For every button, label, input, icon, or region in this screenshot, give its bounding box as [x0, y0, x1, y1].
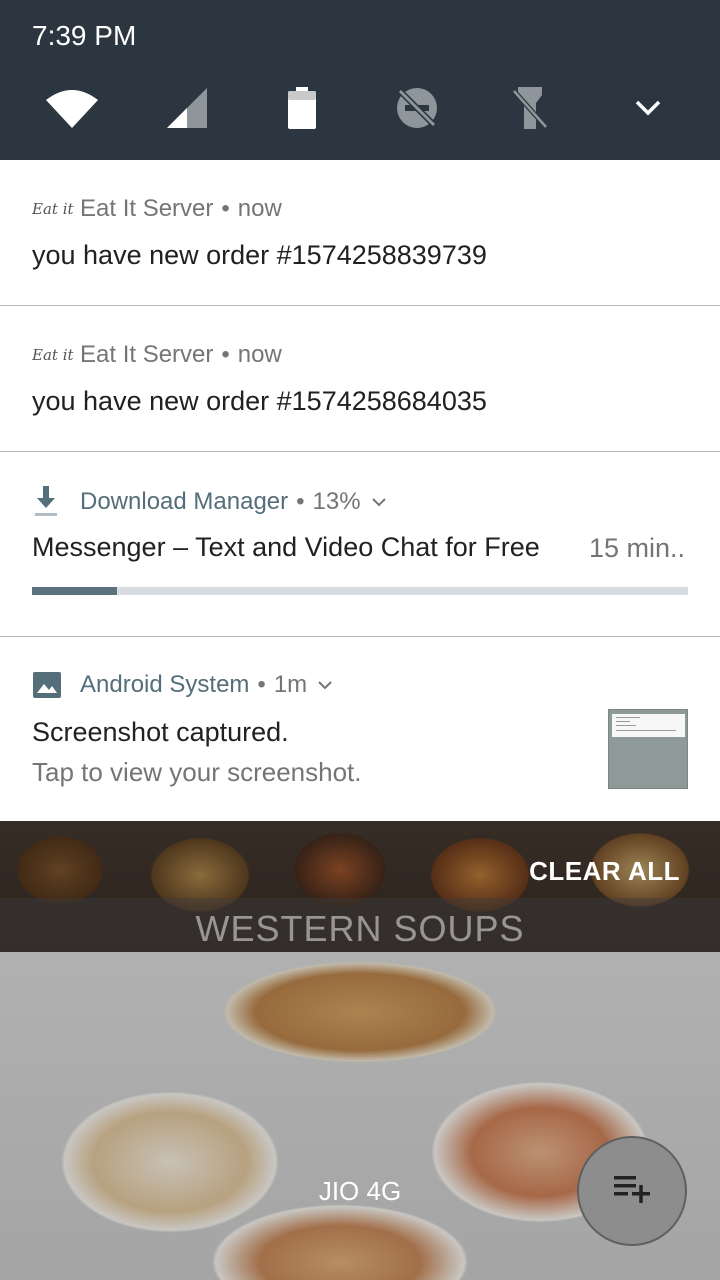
notification-title: Screenshot captured. — [32, 717, 289, 747]
notification-title: Messenger – Text and Video Chat for Free — [32, 532, 540, 562]
category-title: WESTERN SOUPS — [195, 908, 525, 949]
notification-download[interactable]: Download Manager • 13% Messenger – Text … — [0, 452, 720, 636]
wifi-icon[interactable] — [44, 80, 100, 136]
battery-icon[interactable] — [274, 80, 330, 136]
separator-dot: • — [221, 341, 230, 368]
notification-header: Android System • 1m — [32, 671, 333, 699]
notification-time: now — [237, 195, 282, 222]
status-time: 7:39 PM — [32, 20, 137, 51]
notification-order-2[interactable]: Eat it Eat It Server • now you have new … — [0, 306, 720, 451]
download-time-remaining: 15 min.. — [589, 533, 686, 563]
notification-app-name: Download Manager — [80, 488, 289, 515]
playlist-add-icon — [610, 1172, 654, 1211]
notification-time: 1m — [273, 671, 308, 698]
eat-it-app-icon: Eat it — [32, 200, 74, 218]
notification-app-name: Eat It Server — [80, 341, 214, 368]
background-app: WESTERN SOUPS CLEAR ALL JIO 4G — [0, 820, 720, 1280]
cellular-signal-icon[interactable] — [159, 80, 215, 136]
chevron-down-icon[interactable] — [371, 497, 387, 507]
quick-settings-header: 7:39 PM — [0, 0, 720, 160]
notification-title: you have new order #1574258839739 — [32, 240, 487, 270]
image-icon — [32, 671, 70, 699]
notification-app-name: Android System — [80, 671, 250, 698]
notification-order-1[interactable]: Eat it Eat It Server • now you have new … — [0, 160, 720, 305]
chevron-down-icon[interactable] — [317, 680, 333, 690]
flashlight-off-icon[interactable] — [502, 80, 558, 136]
do-not-disturb-off-icon[interactable] — [389, 80, 445, 136]
notification-header: Eat it Eat It Server • now — [32, 341, 282, 369]
separator-dot: • — [221, 195, 230, 222]
eat-it-app-icon: Eat it — [32, 346, 74, 364]
notification-subtitle: Tap to view your screenshot. — [32, 757, 362, 787]
notification-header: Download Manager • 13% — [32, 486, 387, 518]
notification-title: you have new order #1574258684035 — [32, 386, 487, 416]
separator-dot: • — [296, 488, 305, 515]
download-progress-fill — [32, 587, 118, 595]
notification-header: Eat it Eat It Server • now — [32, 195, 282, 223]
download-progress-bar — [32, 587, 688, 595]
clear-all-button[interactable]: CLEAR ALL — [529, 856, 680, 887]
screenshot-thumbnail[interactable] — [608, 709, 688, 789]
notification-app-name: Eat It Server — [80, 195, 214, 222]
add-to-cart-fab[interactable] — [577, 1136, 687, 1246]
download-percent: 13% — [312, 488, 361, 515]
separator-dot: • — [257, 671, 266, 698]
download-icon — [32, 486, 70, 518]
expand-chevron-icon[interactable] — [620, 80, 676, 136]
notification-time: now — [237, 341, 282, 368]
